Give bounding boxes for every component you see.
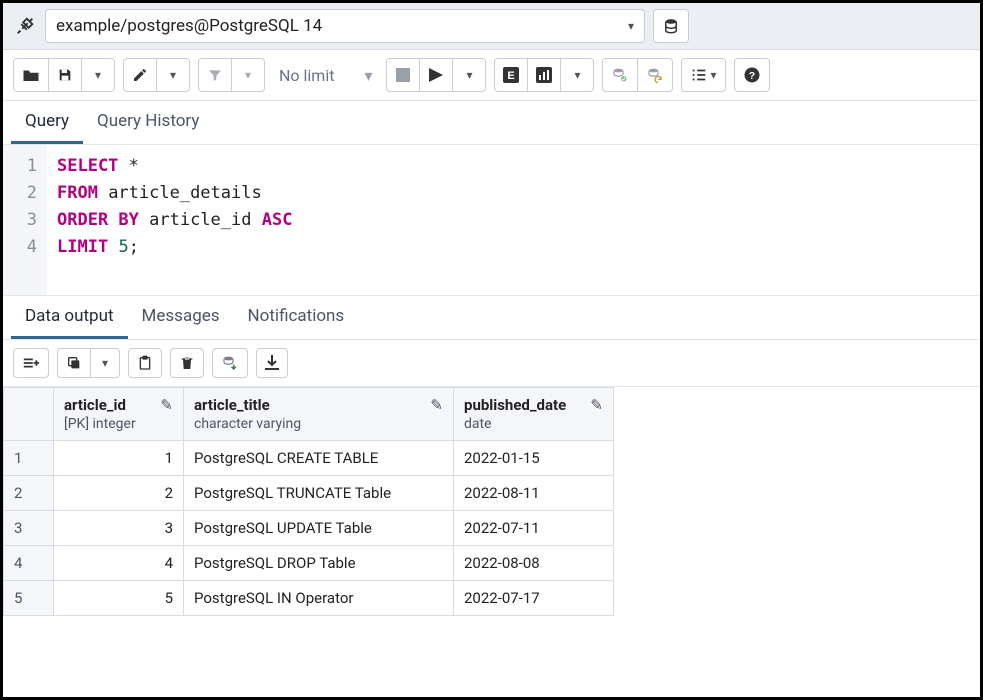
new-connection-button[interactable]	[653, 9, 689, 43]
row-number: 1	[4, 441, 54, 476]
cell-article-id[interactable]: 3	[54, 511, 184, 546]
cell-published-date[interactable]: 2022-08-11	[454, 476, 614, 511]
add-row-button[interactable]	[13, 348, 49, 378]
cell-published-date[interactable]: 2022-08-08	[454, 546, 614, 581]
cell-article-id[interactable]: 5	[54, 581, 184, 616]
tab-notifications[interactable]: Notifications	[234, 296, 359, 339]
download-button[interactable]	[256, 348, 288, 378]
query-tabs: Query Query History	[3, 101, 980, 145]
save-button[interactable]	[48, 58, 82, 92]
col-header-published-date[interactable]: published_date ✎ date	[454, 388, 614, 441]
pencil-icon[interactable]: ✎	[160, 396, 173, 414]
cell-published-date[interactable]: 2022-07-11	[454, 511, 614, 546]
cell-published-date[interactable]: 2022-07-17	[454, 581, 614, 616]
chevron-down-icon: ▾	[628, 19, 634, 33]
edit-button[interactable]	[123, 58, 157, 92]
row-number: 3	[4, 511, 54, 546]
result-table: article_id ✎ [PK] integer article_title …	[3, 387, 614, 616]
result-toolbar: ▾	[3, 340, 980, 387]
row-number: 4	[4, 546, 54, 581]
table-row[interactable]: 22PostgreSQL TRUNCATE Table2022-08-11	[4, 476, 614, 511]
filter-dropdown-button[interactable]: ▾	[231, 58, 265, 92]
table-row[interactable]: 11PostgreSQL CREATE TABLE2022-01-15	[4, 441, 614, 476]
caret-down-icon: ▾	[364, 66, 372, 85]
cell-article-title[interactable]: PostgreSQL TRUNCATE Table	[184, 476, 454, 511]
cell-article-title[interactable]: PostgreSQL UPDATE Table	[184, 511, 454, 546]
execute-dropdown-button[interactable]: ▾	[452, 58, 486, 92]
stop-button[interactable]	[386, 58, 420, 92]
sql-code[interactable]: SELECT * FROM article_details ORDER BY a…	[47, 145, 302, 295]
table-row[interactable]: 44PostgreSQL DROP Table2022-08-08	[4, 546, 614, 581]
help-button[interactable]: ?	[734, 58, 770, 92]
connection-bar: example/postgres@PostgreSQL 14 ▾	[3, 3, 980, 50]
paste-button[interactable]	[128, 348, 162, 378]
tab-data-output[interactable]: Data output	[11, 296, 128, 339]
row-header-blank	[4, 388, 54, 441]
cell-published-date[interactable]: 2022-01-15	[454, 441, 614, 476]
sql-editor[interactable]: 1 2 3 4 SELECT * FROM article_details OR…	[3, 145, 980, 295]
table-row[interactable]: 55PostgreSQL IN Operator2022-07-17	[4, 581, 614, 616]
execute-button[interactable]	[419, 58, 453, 92]
tab-messages[interactable]: Messages	[128, 296, 234, 339]
cell-article-title[interactable]: PostgreSQL CREATE TABLE	[184, 441, 454, 476]
open-file-button[interactable]	[13, 58, 49, 92]
copy-dropdown-button[interactable]: ▾	[90, 348, 120, 378]
cell-article-id[interactable]: 2	[54, 476, 184, 511]
commit-button[interactable]	[602, 58, 638, 92]
copy-button[interactable]	[57, 348, 91, 378]
save-dropdown-button[interactable]: ▾	[81, 58, 115, 92]
table-row[interactable]: 33PostgreSQL UPDATE Table2022-07-11	[4, 511, 614, 546]
connection-select[interactable]: example/postgres@PostgreSQL 14 ▾	[45, 9, 645, 43]
limit-label: No limit	[279, 66, 334, 85]
connection-label: example/postgres@PostgreSQL 14	[56, 16, 322, 36]
cell-article-title[interactable]: PostgreSQL DROP Table	[184, 546, 454, 581]
pencil-icon[interactable]: ✎	[430, 396, 443, 414]
macros-button[interactable]: ▾	[681, 58, 725, 92]
pencil-icon[interactable]: ✎	[590, 396, 603, 414]
cell-article-id[interactable]: 1	[54, 441, 184, 476]
svg-text:E: E	[508, 70, 515, 82]
row-number: 5	[4, 581, 54, 616]
main-toolbar: ▾ ▾ ▾ No limit ▾ ▾ E ▾	[3, 50, 980, 101]
plug-icon	[13, 14, 37, 38]
edit-dropdown-button[interactable]: ▾	[156, 58, 190, 92]
filter-button[interactable]	[198, 58, 232, 92]
cell-article-title[interactable]: PostgreSQL IN Operator	[184, 581, 454, 616]
explain-button[interactable]: E	[494, 58, 528, 92]
explain-dropdown-button[interactable]: ▾	[560, 58, 594, 92]
rollback-button[interactable]	[637, 58, 673, 92]
cell-article-id[interactable]: 4	[54, 546, 184, 581]
result-tabs: Data output Messages Notifications	[3, 295, 980, 340]
line-gutter: 1 2 3 4	[3, 145, 47, 295]
col-header-article-id[interactable]: article_id ✎ [PK] integer	[54, 388, 184, 441]
svg-text:?: ?	[748, 70, 754, 82]
limit-select[interactable]: No limit ▾	[273, 66, 378, 85]
tab-query[interactable]: Query	[11, 101, 83, 144]
delete-button[interactable]	[170, 348, 204, 378]
explain-analyze-button[interactable]	[527, 58, 561, 92]
tab-query-history[interactable]: Query History	[83, 101, 213, 144]
save-data-button[interactable]	[212, 348, 248, 378]
col-header-article-title[interactable]: article_title ✎ character varying	[184, 388, 454, 441]
row-number: 2	[4, 476, 54, 511]
